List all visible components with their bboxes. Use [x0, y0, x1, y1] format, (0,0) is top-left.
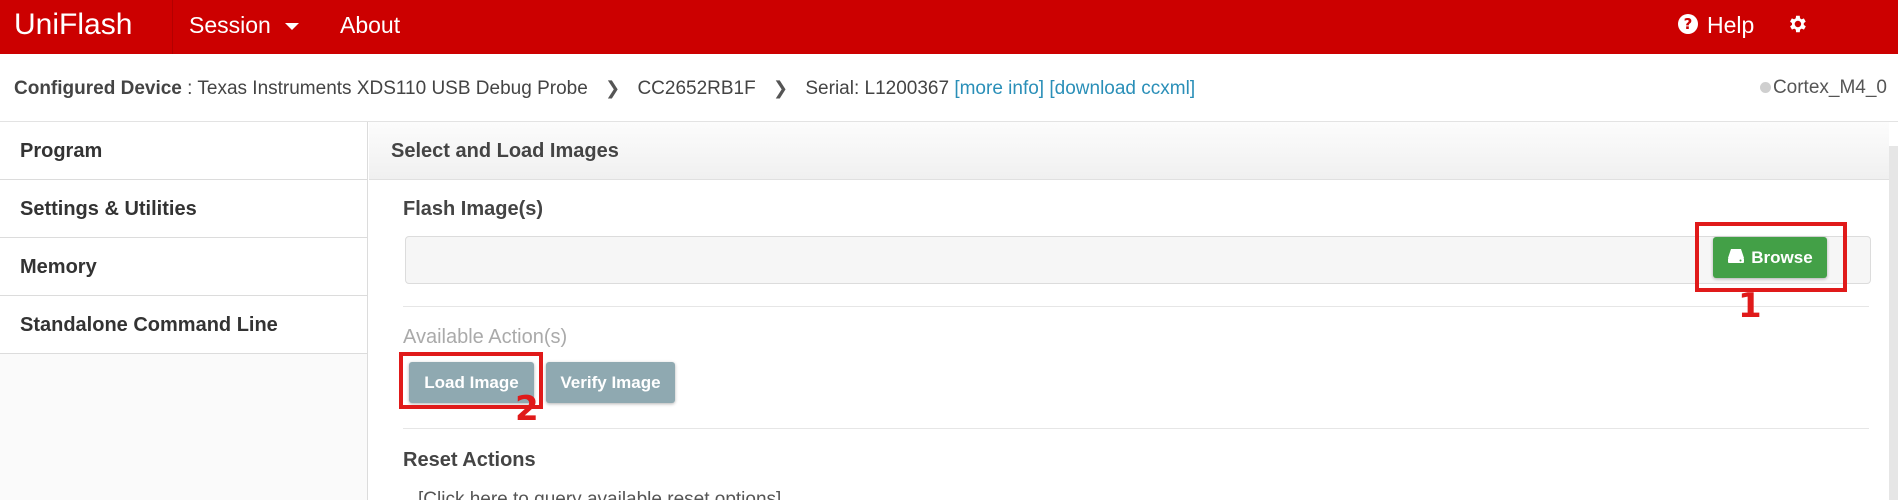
- gear-icon: [1786, 2, 1808, 52]
- flash-image-input[interactable]: [405, 236, 1871, 284]
- sidebar-item-standalone-command-line[interactable]: Standalone Command Line: [0, 296, 367, 354]
- device-label-separator: :: [181, 78, 198, 99]
- download-ccxml-link[interactable]: [download ccxml]: [1049, 78, 1195, 99]
- panel-title: Select and Load Images: [369, 122, 1889, 180]
- probe-name: Texas Instruments XDS110 USB Debug Probe: [197, 78, 588, 99]
- annotation-number-2: 2: [515, 389, 539, 429]
- top-navbar: UniFlash Session About ? Help Settings: [0, 0, 1898, 90]
- settings-link[interactable]: Settings: [1774, 0, 1898, 90]
- session-menu[interactable]: Session: [177, 0, 311, 54]
- verify-image-button[interactable]: Verify Image: [546, 362, 675, 403]
- available-actions-title: Available Action(s): [403, 326, 568, 348]
- reset-actions-title: Reset Actions: [403, 449, 536, 471]
- annotation-highlight-1: [1695, 222, 1847, 292]
- core-status-dot-icon: [1759, 82, 1771, 94]
- scrollbar[interactable]: [1889, 146, 1898, 500]
- svg-text:?: ?: [1684, 15, 1693, 33]
- caret-down-icon: [285, 23, 300, 31]
- question-circle-icon: ?: [1677, 2, 1699, 52]
- session-menu-label: Session: [189, 12, 271, 38]
- about-link[interactable]: About: [328, 0, 412, 54]
- annotation-number-1: 1: [1738, 286, 1762, 326]
- chevron-right-icon: ❯: [605, 78, 621, 98]
- query-reset-options-link[interactable]: [Click here to query available reset opt…: [418, 489, 781, 500]
- sidebar: Program Settings & Utilities Memory Stan…: [0, 122, 368, 500]
- main-panel: Select and Load Images: [369, 122, 1889, 500]
- serial-number: Serial: L1200367: [805, 78, 950, 99]
- chip-name: CC2652RB1F: [637, 78, 756, 99]
- configured-device-label: Configured Device: [14, 78, 182, 99]
- sidebar-item-settings-utilities[interactable]: Settings & Utilities: [0, 180, 367, 238]
- more-info-link[interactable]: [more info]: [954, 78, 1044, 99]
- core-name: Cortex_M4_0: [1772, 77, 1887, 98]
- sidebar-item-memory[interactable]: Memory: [0, 238, 367, 296]
- divider: [403, 306, 1869, 307]
- sidebar-item-program[interactable]: Program: [0, 122, 367, 180]
- divider: [403, 428, 1869, 429]
- help-label: Help: [1707, 12, 1755, 38]
- help-link[interactable]: ? Help: [1665, 0, 1766, 54]
- chevron-right-icon: ❯: [773, 78, 789, 98]
- app-brand[interactable]: UniFlash: [0, 0, 173, 54]
- core-status: Cortex_M4_0: [1759, 54, 1887, 122]
- flash-images-title: Flash Image(s): [403, 198, 544, 220]
- device-bar: Configured Device : Texas Instruments XD…: [0, 54, 1898, 122]
